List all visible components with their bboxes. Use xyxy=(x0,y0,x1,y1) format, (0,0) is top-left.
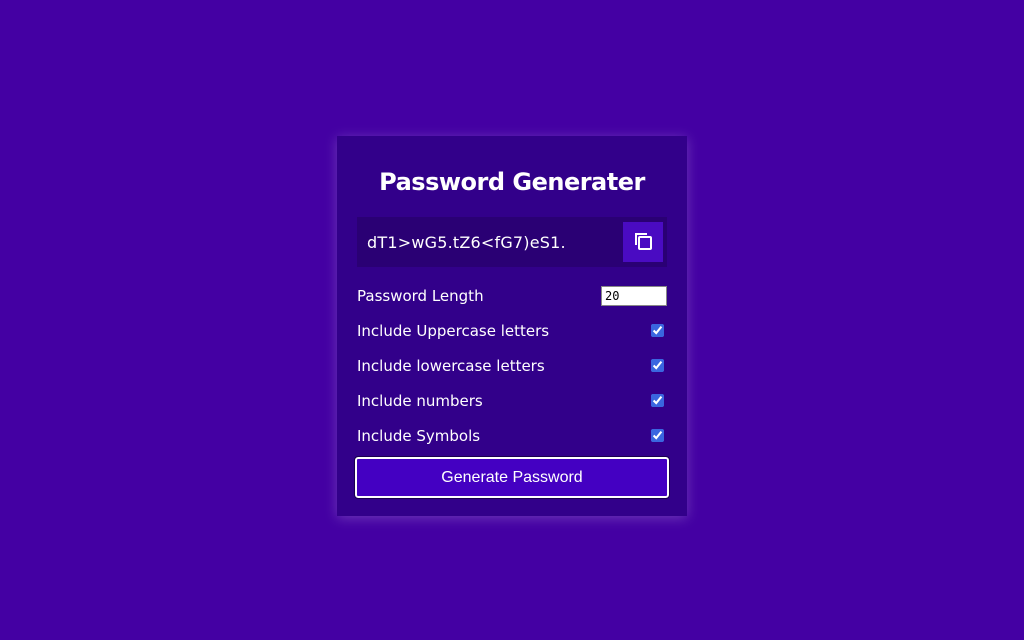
password-length-input[interactable] xyxy=(601,285,667,306)
result-container: dT1>wG5.tZ6<fG7)eS1. xyxy=(357,217,667,267)
setting-label-length: Password Length xyxy=(357,286,484,305)
copy-button[interactable] xyxy=(623,222,663,262)
setting-password-length: Password Length xyxy=(357,278,667,313)
page-title: Password Generater xyxy=(379,168,645,196)
setting-label-lowercase: Include lowercase letters xyxy=(357,356,545,375)
lowercase-checkbox[interactable] xyxy=(651,359,664,372)
symbols-checkbox[interactable] xyxy=(651,429,664,442)
clipboard-copy-icon xyxy=(632,230,654,255)
setting-label-numbers: Include numbers xyxy=(357,391,483,410)
setting-symbols: Include Symbols xyxy=(357,418,667,453)
settings-list: Password Length Include Uppercase letter… xyxy=(357,278,667,453)
numbers-checkbox[interactable] xyxy=(651,394,664,407)
setting-label-uppercase: Include Uppercase letters xyxy=(357,321,550,340)
uppercase-checkbox[interactable] xyxy=(651,324,664,337)
setting-uppercase: Include Uppercase letters xyxy=(357,313,667,348)
setting-numbers: Include numbers xyxy=(357,383,667,418)
password-generator-card: Password Generater dT1>wG5.tZ6<fG7)eS1. … xyxy=(337,136,687,516)
generate-password-button[interactable]: Generate Password xyxy=(354,456,670,499)
setting-lowercase: Include lowercase letters xyxy=(357,348,667,383)
setting-label-symbols: Include Symbols xyxy=(357,426,481,445)
generated-password: dT1>wG5.tZ6<fG7)eS1. xyxy=(367,232,566,252)
